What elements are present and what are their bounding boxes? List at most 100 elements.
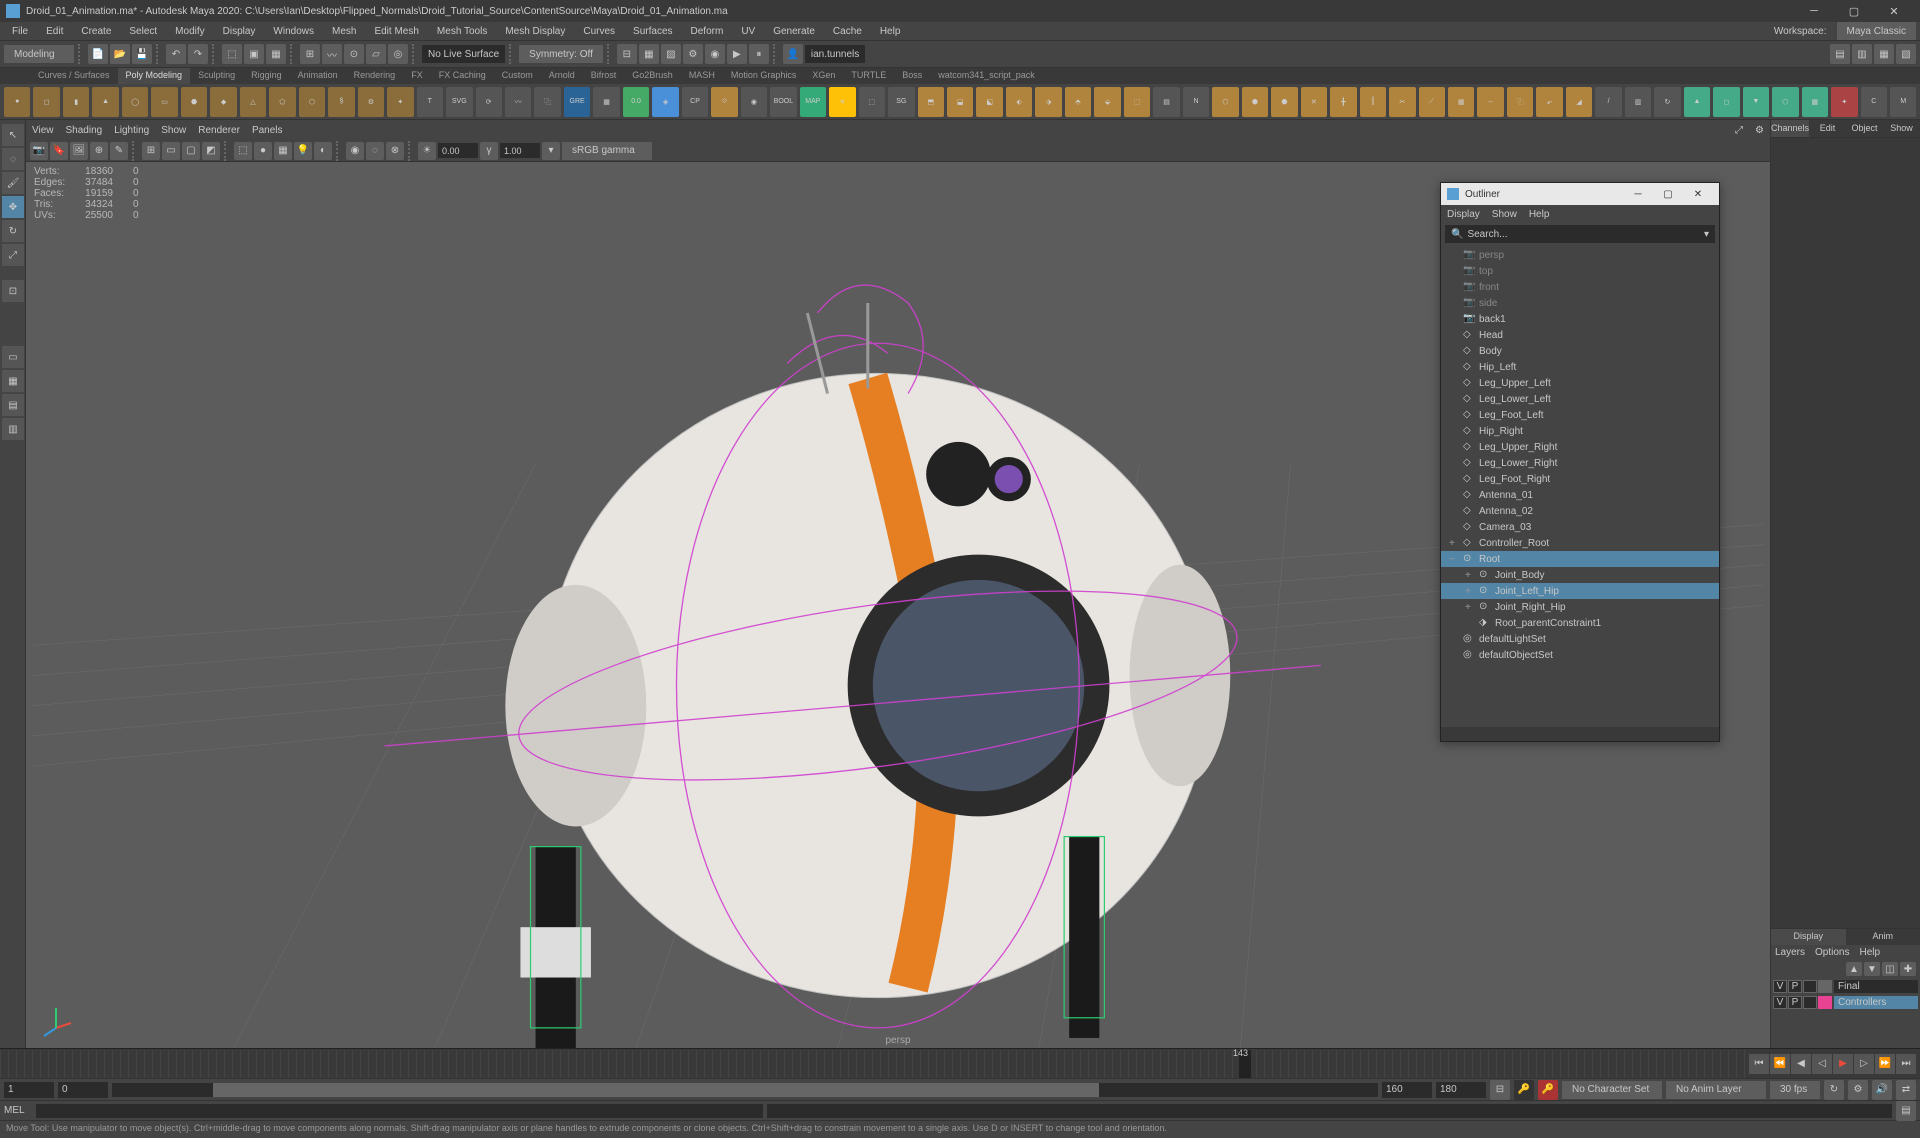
menu-create[interactable]: Create	[73, 24, 119, 39]
move-tool-icon[interactable]: ✥	[2, 196, 24, 218]
layout-4-icon[interactable]: ▥	[2, 418, 24, 440]
layer-vis-toggle[interactable]: V	[1773, 996, 1787, 1009]
layer-new-icon[interactable]: ✚	[1900, 962, 1916, 976]
poly-disc-icon[interactable]: ⬣	[181, 87, 207, 117]
ipr-icon[interactable]: ▨	[661, 44, 681, 64]
open-scene-icon[interactable]: 📂	[110, 44, 130, 64]
layer-name[interactable]: Controllers	[1834, 996, 1918, 1009]
outliner-scrollbar[interactable]	[1441, 727, 1719, 741]
panel-menu-lighting[interactable]: Lighting	[114, 125, 149, 136]
layer-type-toggle[interactable]: P	[1788, 996, 1802, 1009]
exposure-icon[interactable]: ☀	[418, 142, 436, 160]
select-component-icon[interactable]: ▦	[266, 44, 286, 64]
outliner-item[interactable]: +◇Controller_Root	[1441, 535, 1719, 551]
outliner-menu-help[interactable]: Help	[1529, 209, 1550, 220]
lasso-tool-icon[interactable]: ◌	[2, 148, 24, 170]
step-back-icon[interactable]: ◀	[1791, 1054, 1811, 1074]
layer-vis-toggle[interactable]: V	[1773, 980, 1787, 993]
shelf-tab[interactable]: Poly Modeling	[118, 68, 191, 84]
menu-surfaces[interactable]: Surfaces	[625, 24, 680, 39]
bevel-icon[interactable]: ⬗	[1035, 87, 1061, 117]
outliner-item[interactable]: ◎defaultObjectSet	[1441, 647, 1719, 663]
prefs-icon[interactable]: ⚙	[1848, 1080, 1868, 1100]
reflect-icon[interactable]: ⬚	[859, 87, 885, 117]
insert-edge-icon[interactable]: ╋	[1330, 87, 1356, 117]
spin-edge-icon[interactable]: ↻	[1654, 87, 1680, 117]
range-start-outer[interactable]: 1	[4, 1082, 54, 1098]
platonic-icon[interactable]: ◆	[210, 87, 236, 117]
select-object-icon[interactable]: ▣	[244, 44, 264, 64]
layer-blank-toggle[interactable]	[1803, 996, 1817, 1009]
outliner-item[interactable]: ◇Leg_Foot_Left	[1441, 407, 1719, 423]
detach-icon[interactable]: ▤	[1153, 87, 1179, 117]
curve-split-icon[interactable]: C	[1861, 87, 1887, 117]
channelbox-tab[interactable]: Object	[1846, 120, 1883, 137]
menu-file[interactable]: File	[4, 24, 36, 39]
menu-display[interactable]: Display	[215, 24, 264, 39]
gate-mask-icon[interactable]: ◩	[202, 142, 220, 160]
shelf-tab[interactable]: TURTLE	[843, 68, 894, 84]
film-gate-icon[interactable]: ▭	[162, 142, 180, 160]
auto-key-icon[interactable]: 🔑	[1514, 1080, 1534, 1100]
append-icon[interactable]: ⬢	[1242, 87, 1268, 117]
outliner-item[interactable]: −⊙Root	[1441, 551, 1719, 567]
create-poly-icon[interactable]: ◈	[652, 87, 678, 117]
rotate-tool-icon[interactable]: ↻	[2, 220, 24, 242]
ngon-icon[interactable]: N	[1183, 87, 1209, 117]
menu-generate[interactable]: Generate	[765, 24, 823, 39]
shelf-tab[interactable]: Animation	[290, 68, 346, 84]
poly-gear-icon[interactable]: ⚙	[358, 87, 384, 117]
snap-plane-icon[interactable]: ▱	[366, 44, 386, 64]
outliner-item[interactable]: ◇Camera_03	[1441, 519, 1719, 535]
script-editor-icon[interactable]: ▤	[1896, 1101, 1916, 1121]
go-to-start-icon[interactable]: ⏮	[1749, 1054, 1769, 1074]
sync-icon[interactable]: ⇄	[1896, 1080, 1916, 1100]
outliner-item[interactable]: ◇Head	[1441, 327, 1719, 343]
sculpt-icon[interactable]: ✦	[1831, 87, 1857, 117]
layout-3-icon[interactable]: ▤	[2, 394, 24, 416]
poke-icon[interactable]: /	[1595, 87, 1621, 117]
grid-icon[interactable]: ⊞	[142, 142, 160, 160]
outliner-item[interactable]: ◇Leg_Lower_Left	[1441, 391, 1719, 407]
map-icon[interactable]: MAP	[800, 87, 826, 117]
snap-grid-icon[interactable]: ⊞	[300, 44, 320, 64]
anim-layer-dropdown[interactable]: No Anim Layer	[1666, 1081, 1766, 1099]
outliner-item[interactable]: ⬗Root_parentConstraint1	[1441, 615, 1719, 631]
current-time-marker[interactable]: 143	[1239, 1050, 1251, 1078]
shelf-tab[interactable]: Bifrost	[583, 68, 625, 84]
display-layer[interactable]: VPFinal	[1773, 979, 1918, 994]
xray-joints-icon[interactable]: ⊗	[386, 142, 404, 160]
select-hierarchy-icon[interactable]: ⬚	[222, 44, 242, 64]
paint-select-icon[interactable]: 🖌	[2, 172, 24, 194]
account-icon[interactable]: 👤	[783, 44, 803, 64]
undo-icon[interactable]: ↶	[166, 44, 186, 64]
time-slider[interactable]: 143 ⏮ ⏪ ◀ ◁ ▶ ▷ ⏩ ⏭	[0, 1048, 1920, 1078]
range-end-outer[interactable]: 180	[1436, 1082, 1486, 1098]
play-back-icon[interactable]: ◁	[1812, 1054, 1832, 1074]
shelf-tab[interactable]: Boss	[894, 68, 930, 84]
wireframe-icon[interactable]: ⬚	[234, 142, 252, 160]
lights-icon[interactable]: 💡	[294, 142, 312, 160]
menu-mesh-display[interactable]: Mesh Display	[497, 24, 573, 39]
symmetry-dropdown[interactable]: Symmetry: Off	[519, 45, 603, 63]
slide-edge-icon[interactable]: ↔	[1477, 87, 1503, 117]
range-start-inner[interactable]: 0	[58, 1082, 108, 1098]
viewport[interactable]: Verts:183600 Edges:374840 Faces:191590 T…	[26, 162, 1770, 1048]
content-browser-icon[interactable]: ▦	[593, 87, 619, 117]
dropdown-icon[interactable]: ▾	[1704, 229, 1709, 240]
offset-edge-icon[interactable]: ║	[1360, 87, 1386, 117]
menu-cache[interactable]: Cache	[825, 24, 870, 39]
wedge-icon[interactable]: ▥	[1625, 87, 1651, 117]
outliner-item[interactable]: 📷top	[1441, 263, 1719, 279]
shelf-tab[interactable]: Rigging	[243, 68, 290, 84]
outliner-item[interactable]: +⊙Joint_Left_Hip	[1441, 583, 1719, 599]
time-ruler[interactable]: 143	[0, 1050, 1745, 1078]
menu-help[interactable]: Help	[872, 24, 909, 39]
shelf-tab[interactable]: Custom	[494, 68, 541, 84]
playblast-icon[interactable]: ▶	[727, 44, 747, 64]
shelf-tab[interactable]: FX Caching	[431, 68, 494, 84]
panel-menu-view[interactable]: View	[32, 125, 54, 136]
sidebar-toggle-1-icon[interactable]: ▤	[1830, 44, 1850, 64]
isolate-icon[interactable]: ◉	[346, 142, 364, 160]
layer-new-empty-icon[interactable]: ◫	[1882, 962, 1898, 976]
